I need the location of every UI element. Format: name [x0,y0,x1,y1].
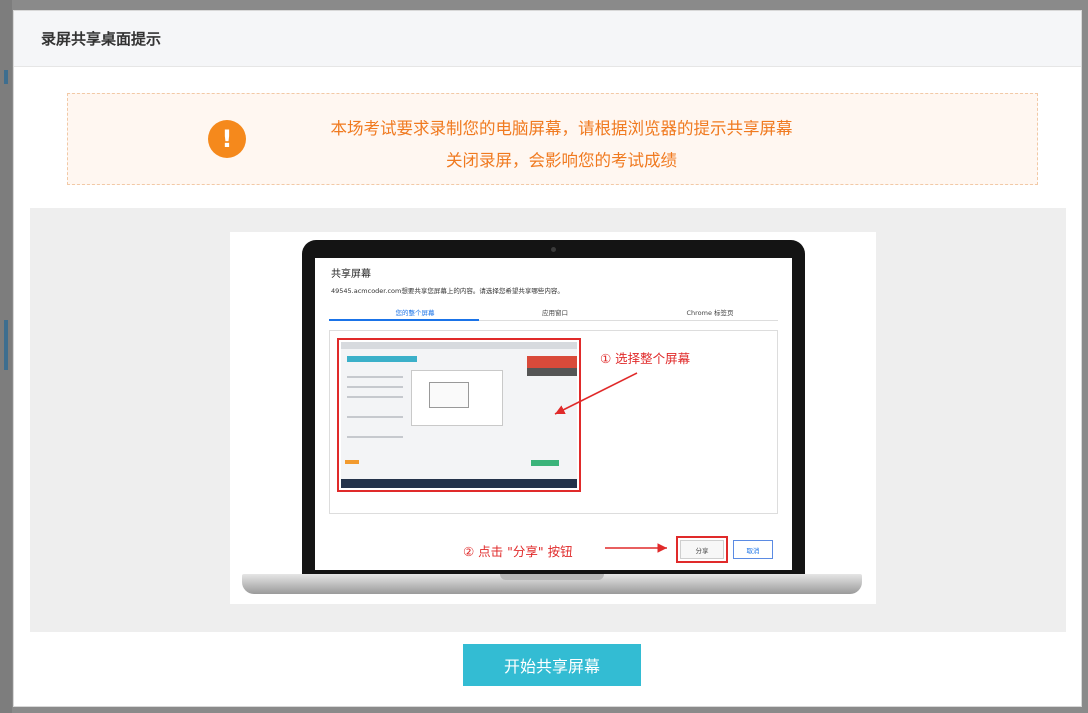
backdrop-mark [4,70,8,84]
alert-message-line-1: 本场考试要求录制您的电脑屏幕，请根据浏览器的提示共享屏幕 [330,119,793,138]
warning-alert: ! 本场考试要求录制您的电脑屏幕，请根据浏览器的提示共享屏幕 关闭录屏，会影响您… [67,93,1038,185]
laptop-notch [500,574,604,580]
backdrop-mark [4,320,8,370]
active-tab-indicator [329,319,479,321]
tab-app-window: 应用窗口 [542,309,568,317]
share-dialog-title: 共享屏幕 [331,269,371,280]
step1-annotation: ① 选择整个屏幕 [600,351,691,366]
screen-share-dialog: 录屏共享桌面提示 ! 本场考试要求录制您的电脑屏幕，请根据浏览器的提示共享屏幕 … [13,10,1082,707]
laptop-base [242,574,862,594]
alert-message-line-2: 关闭录屏，会影响您的考试成绩 [446,151,677,170]
laptop-illustration: 共享屏幕 49545.acmcoder.com想要共享您屏幕上的内容。请选择您希… [302,240,805,576]
instruction-image: 共享屏幕 49545.acmcoder.com想要共享您屏幕上的内容。请选择您希… [230,232,876,604]
page-backdrop [0,0,12,713]
laptop-screen: 共享屏幕 49545.acmcoder.com想要共享您屏幕上的内容。请选择您希… [315,258,792,570]
illustration-cancel-button: 取消 [733,540,773,559]
instruction-preview-area: 共享屏幕 49545.acmcoder.com想要共享您屏幕上的内容。请选择您希… [30,208,1066,632]
tab-entire-screen: 您的整个屏幕 [395,309,435,317]
illustration-share-button: 分享 [680,540,724,559]
start-screen-share-button[interactable]: 开始共享屏幕 [463,644,641,686]
share-dialog-description: 49545.acmcoder.com想要共享您屏幕上的内容。请选择您希望共享哪些… [331,287,564,295]
tab-chrome-tab: Chrome 标签页 [686,309,734,317]
camera-dot [551,247,556,252]
dialog-title: 录屏共享桌面提示 [41,30,162,48]
step2-annotation: ② 点击 "分享" 按钮 [463,544,573,559]
dialog-header: 录屏共享桌面提示 [14,11,1081,67]
entire-screen-highlight [337,338,581,492]
